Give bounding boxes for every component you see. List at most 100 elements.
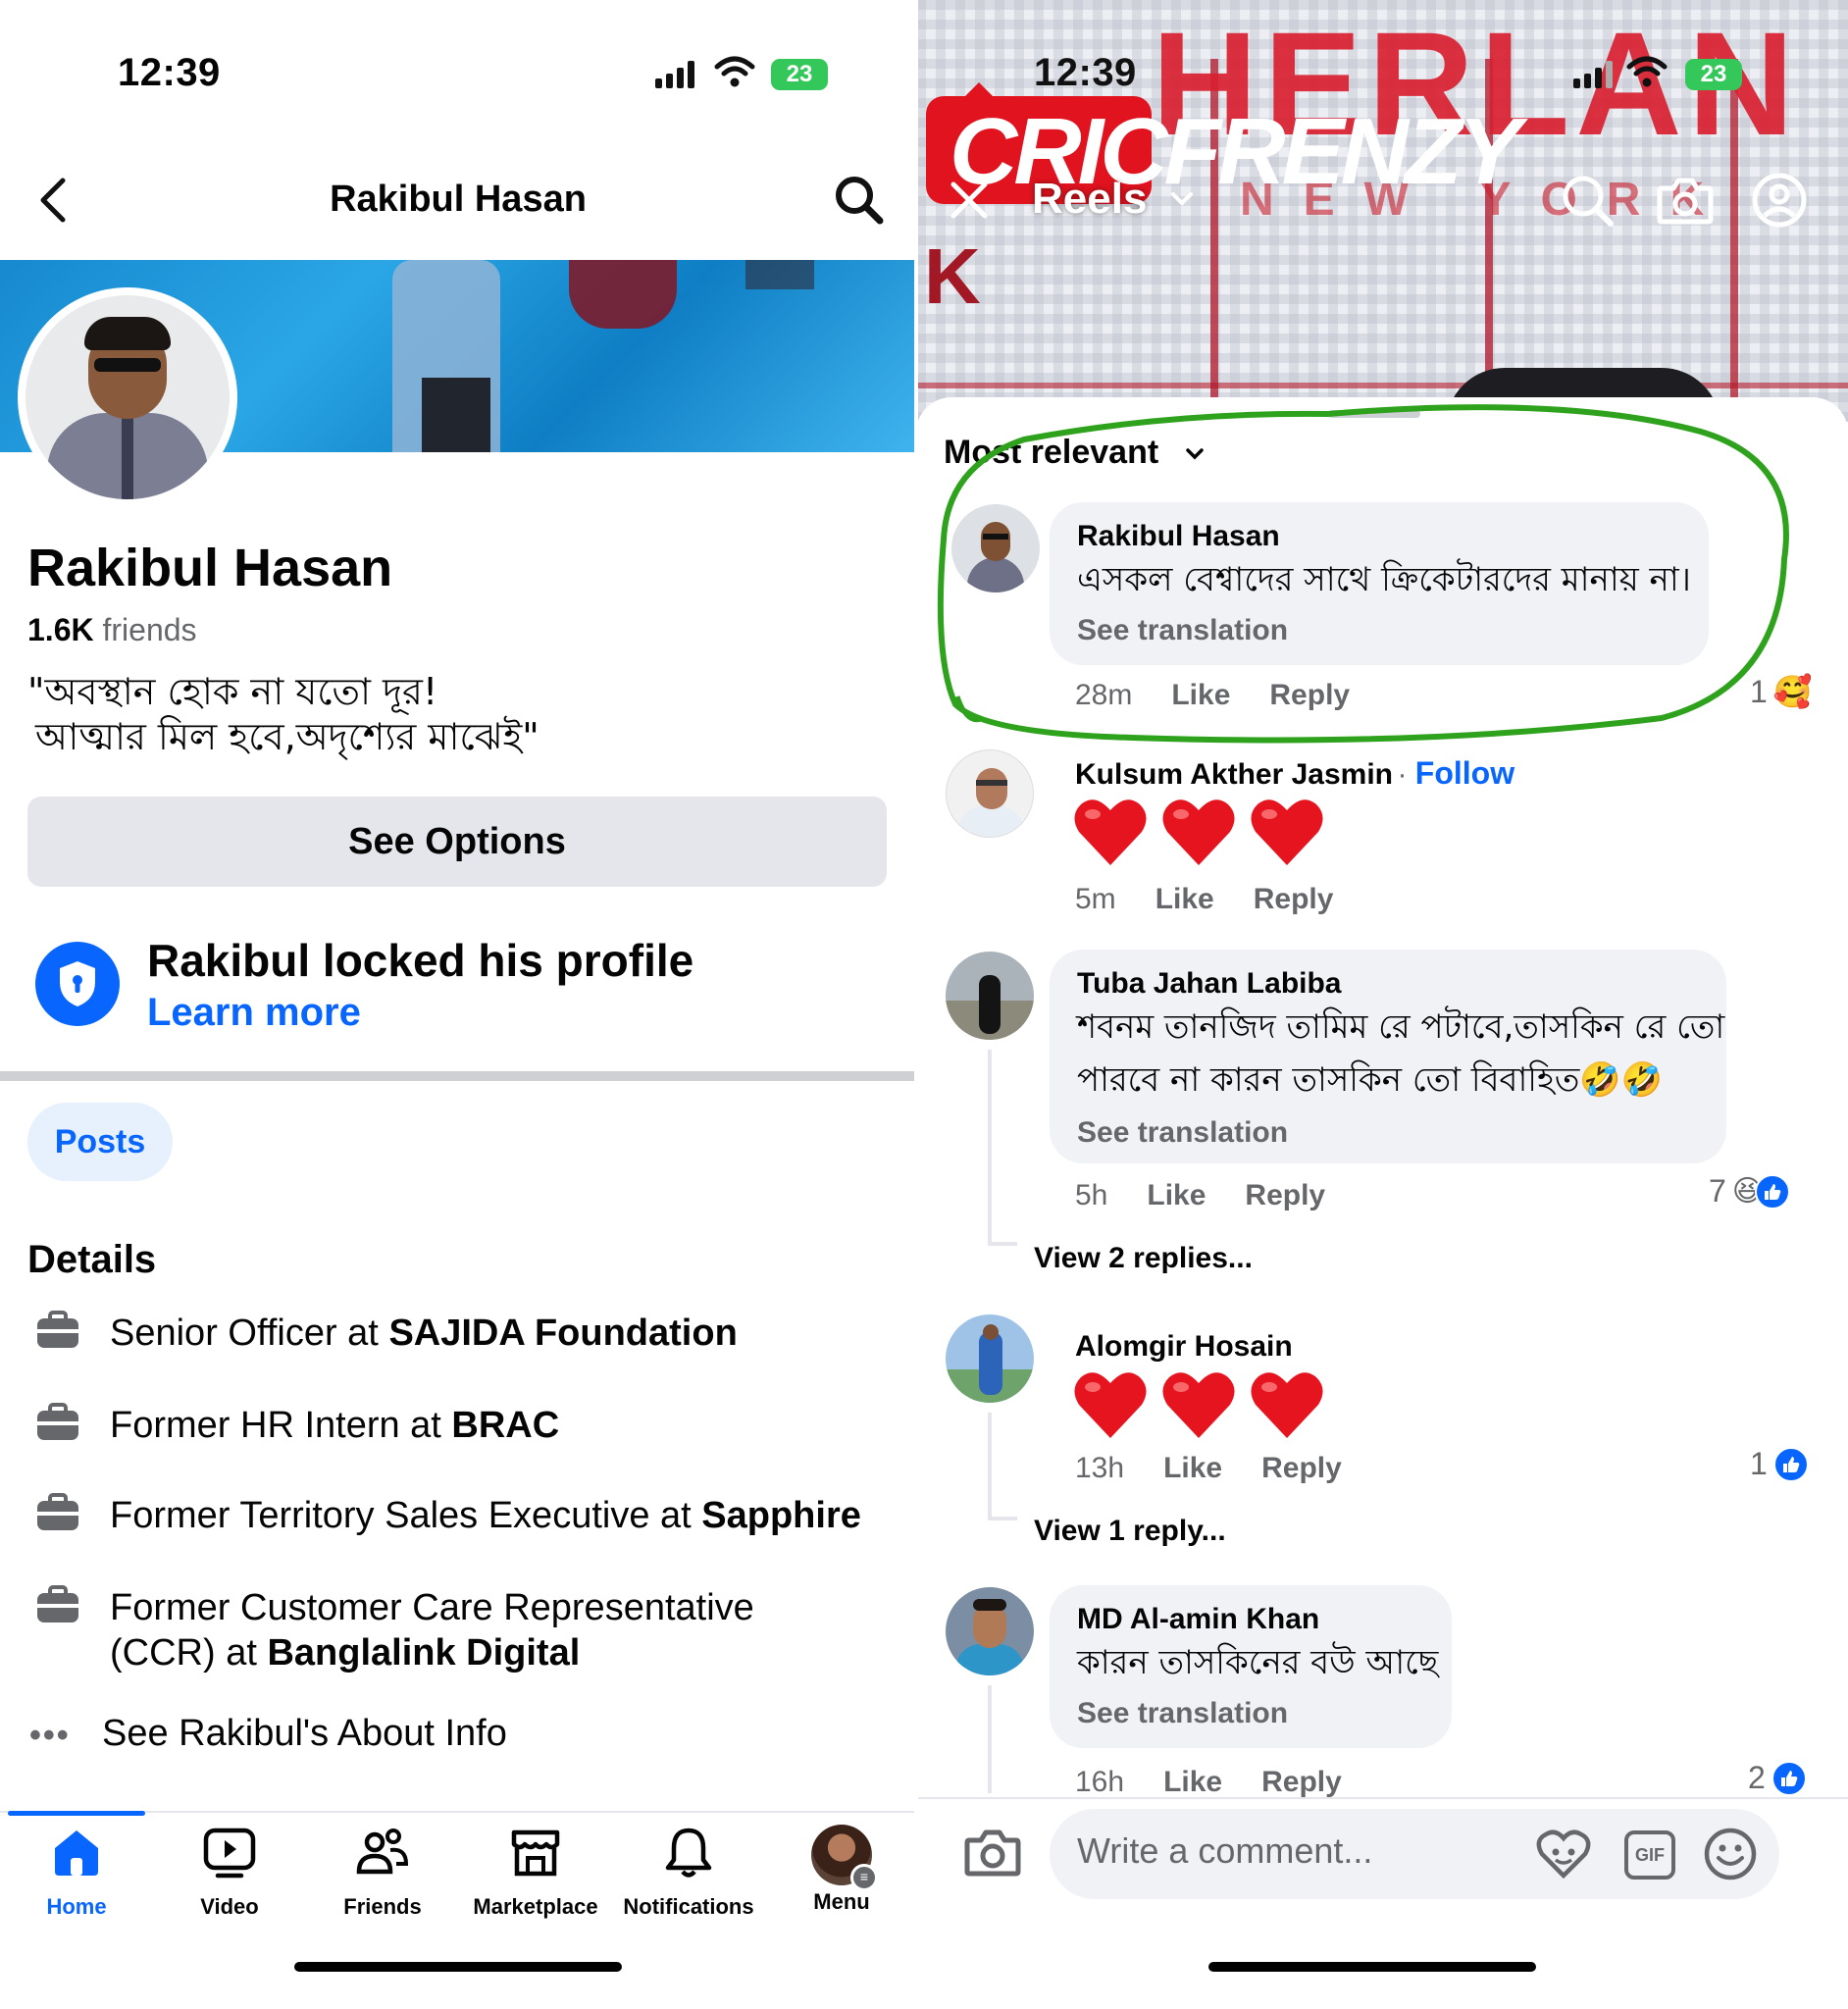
view-replies-link[interactable]: View 2 replies... xyxy=(1034,1242,1253,1275)
signal-icon xyxy=(1573,61,1613,88)
profile-circle-icon[interactable] xyxy=(1750,171,1809,230)
emoji-icon[interactable] xyxy=(1703,1827,1758,1881)
briefcase-icon xyxy=(35,1311,80,1355)
work-item-sajida: Senior Officer at SAJIDA Foundation xyxy=(110,1311,738,1356)
friends-label: friends xyxy=(102,612,197,647)
reels-title[interactable]: Reels xyxy=(1032,175,1147,224)
tab-label: Video xyxy=(200,1894,259,1919)
annotation-circle xyxy=(937,404,1789,744)
more-dots-icon: ••• xyxy=(29,1717,71,1754)
comment-time: 13h xyxy=(1075,1452,1125,1484)
reply-button[interactable]: Reply xyxy=(1254,883,1334,916)
back-arrow-icon[interactable] xyxy=(37,177,69,224)
reaction-summary[interactable]: 2 xyxy=(1748,1760,1807,1796)
follow-button[interactable]: Follow xyxy=(1415,755,1514,791)
work-item-org[interactable]: SAJIDA Foundation xyxy=(388,1313,737,1354)
profile-bio: "অবস্থান হোক না যতো দূর! আত্মার মিল হবে,… xyxy=(27,669,539,759)
reel-edge-letter: K xyxy=(924,232,981,320)
reel-video[interactable]: HERLAN NEW YORK K CRICFRENZY 12:39 23 Re… xyxy=(916,0,1848,422)
reaction-summary[interactable]: 7 😆 xyxy=(1709,1173,1791,1210)
heart-icon xyxy=(1162,1372,1235,1438)
reply-button[interactable]: Reply xyxy=(1261,1452,1342,1485)
comment-bubble[interactable]: MD Al-amin Khan কারন তাসকিনের বউ আছে See… xyxy=(1050,1585,1452,1748)
details-heading: Details xyxy=(27,1238,157,1281)
tab-label: Notifications xyxy=(623,1894,754,1919)
like-reaction-icon xyxy=(1772,1446,1809,1482)
commenter-avatar[interactable] xyxy=(946,1587,1034,1675)
tab-menu[interactable]: ≡ Menu xyxy=(765,1825,916,1915)
locked-profile-title: Rakibul locked his profile xyxy=(147,935,694,986)
camera-icon[interactable] xyxy=(963,1827,1022,1878)
chevron-down-icon[interactable] xyxy=(1171,192,1193,206)
avatar-sticker-icon[interactable] xyxy=(1536,1829,1591,1880)
battery-indicator: 23 xyxy=(1685,59,1742,90)
comment-meta: 13h Like Reply xyxy=(1075,1452,1342,1485)
like-button[interactable]: Like xyxy=(1163,1452,1222,1485)
tab-video[interactable]: Video xyxy=(153,1825,306,1920)
comment-input[interactable]: Write a comment... GIF xyxy=(1050,1809,1779,1899)
tab-label: Menu xyxy=(813,1889,870,1914)
tab-label: Marketplace xyxy=(473,1894,598,1919)
commenter-avatar[interactable] xyxy=(946,952,1034,1040)
commenter-avatar[interactable] xyxy=(946,749,1034,838)
reel-comments-screen: HERLAN NEW YORK K CRICFRENZY 12:39 23 Re… xyxy=(916,0,1848,2009)
commenter-name[interactable]: MD Al-amin Khan xyxy=(1077,1603,1319,1636)
work-item-text: Former Territory Sales Executive at xyxy=(110,1495,702,1536)
like-button[interactable]: Like xyxy=(1155,883,1214,916)
heart-emojis xyxy=(1073,797,1324,867)
see-translation-link[interactable]: See translation xyxy=(1077,1697,1288,1730)
commenter-name[interactable]: Kulsum Akther Jasmin xyxy=(1075,758,1393,791)
shield-icon xyxy=(35,942,120,1026)
tab-notifications[interactable]: Notifications xyxy=(612,1825,765,1920)
work-item-org[interactable]: BRAC xyxy=(451,1405,559,1446)
see-options-button[interactable]: See Options xyxy=(27,797,887,887)
reply-button[interactable]: Reply xyxy=(1245,1179,1325,1212)
commenter-name[interactable]: Alomgir Hosain xyxy=(1075,1330,1293,1364)
bio-line-2: আত্মার মিল হবে,অদৃশ্যের মাঝেই" xyxy=(35,715,539,758)
bell-icon xyxy=(665,1828,712,1878)
see-translation-link[interactable]: See translation xyxy=(1077,1116,1288,1150)
work-item-org[interactable]: Banglalink Digital xyxy=(267,1632,580,1674)
comment-placeholder: Write a comment... xyxy=(1077,1830,1373,1871)
tab-home[interactable]: Home xyxy=(0,1825,153,1920)
status-time: 12:39 xyxy=(118,51,221,94)
about-info-link[interactable]: See Rakibul's About Info xyxy=(102,1711,507,1756)
work-item-brac: Former HR Intern at BRAC xyxy=(110,1403,559,1448)
friends-count[interactable]: 1.6K friends xyxy=(27,612,197,648)
gif-icon[interactable]: GIF xyxy=(1624,1830,1675,1880)
heart-icon xyxy=(1074,799,1147,865)
like-button[interactable]: Like xyxy=(1147,1179,1206,1212)
search-icon[interactable] xyxy=(834,175,885,226)
view-replies-link[interactable]: View 1 reply... xyxy=(1034,1515,1226,1548)
work-item-banglalink: Former Customer Care Representative (CCR… xyxy=(110,1585,754,1675)
comment-text-line: পারবে না কারন তাসকিন তো বিবাহিত🤣🤣 xyxy=(1077,1060,1664,1100)
tab-friends[interactable]: Friends xyxy=(306,1825,459,1920)
commenter-avatar[interactable] xyxy=(946,1314,1034,1403)
heart-icon xyxy=(1162,799,1235,865)
camera-icon[interactable] xyxy=(1656,175,1715,226)
reaction-summary[interactable]: 1 xyxy=(1750,1446,1809,1482)
close-icon[interactable] xyxy=(950,180,989,220)
reply-thread-branch xyxy=(988,1242,1017,1246)
home-indicator xyxy=(1208,1962,1536,1972)
profile-avatar[interactable] xyxy=(18,287,237,507)
work-item-text: Senior Officer at xyxy=(110,1313,389,1354)
home-indicator xyxy=(294,1962,622,1972)
panel-divider xyxy=(914,0,918,2009)
reply-button[interactable]: Reply xyxy=(1261,1766,1342,1799)
comment-bubble[interactable]: Tuba Jahan Labiba শবনম তানজিদ তামিম রে প… xyxy=(1050,950,1726,1163)
home-icon xyxy=(55,1830,98,1876)
section-divider xyxy=(0,1071,916,1081)
reaction-count: 7 xyxy=(1709,1173,1726,1209)
reaction-count: 2 xyxy=(1748,1760,1766,1795)
comment-text-line: শবনম তানজিদ তামিম রে পটাবে,তাসকিন রে তো xyxy=(1077,1007,1725,1047)
commenter-name[interactable]: Tuba Jahan Labiba xyxy=(1077,967,1342,1001)
search-icon[interactable] xyxy=(1560,173,1617,230)
tab-posts[interactable]: Posts xyxy=(27,1103,173,1181)
work-item-org[interactable]: Sapphire xyxy=(701,1495,861,1536)
tab-marketplace[interactable]: Marketplace xyxy=(459,1825,612,1920)
like-button[interactable]: Like xyxy=(1163,1766,1222,1799)
work-item-text: Former HR Intern at xyxy=(110,1405,452,1446)
status-time: 12:39 xyxy=(1034,51,1137,94)
learn-more-link[interactable]: Learn more xyxy=(147,991,361,1035)
